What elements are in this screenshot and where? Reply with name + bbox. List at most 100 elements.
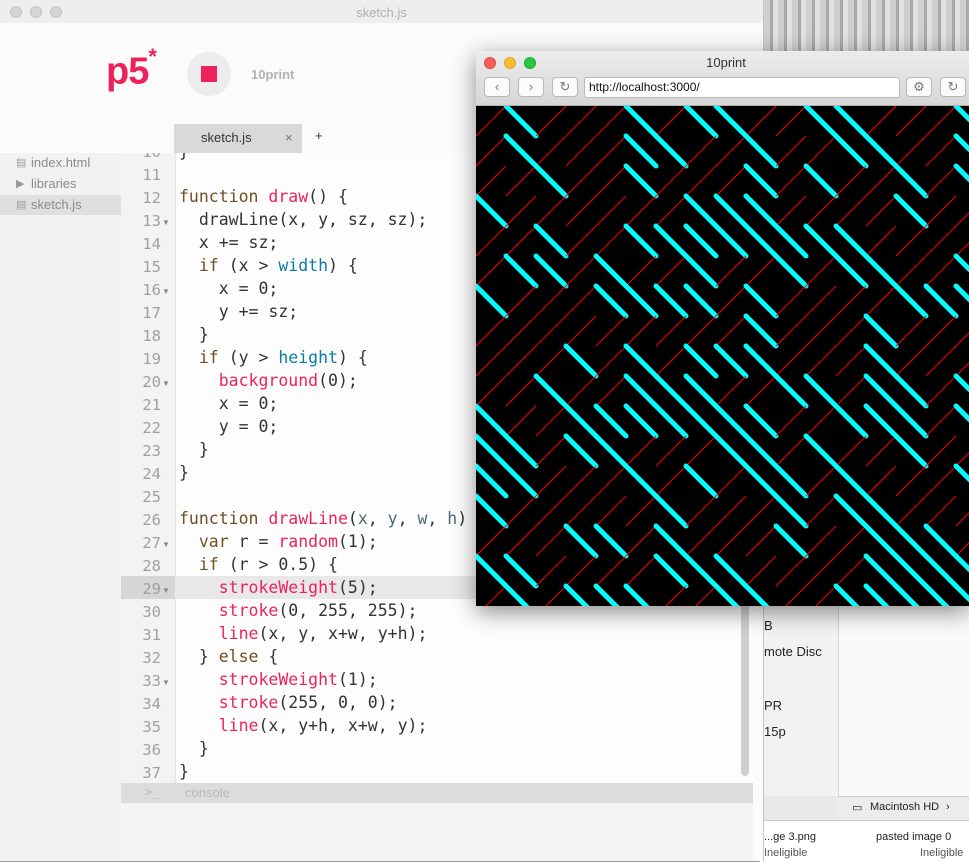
background-file-name[interactable]: pasted image 0	[876, 831, 951, 843]
path-item[interactable]: Macintosh HD	[870, 801, 939, 813]
code-param: y	[387, 509, 398, 528]
line-number: 34	[142, 695, 161, 713]
code-keyword: if	[198, 256, 219, 275]
code-line: }	[179, 153, 189, 161]
code-keyword: else	[218, 647, 259, 666]
reload-button[interactable]: ↻	[552, 77, 578, 97]
back-button[interactable]: ‹	[484, 77, 510, 97]
code-token: (x, y, x+w, y+h);	[258, 624, 428, 643]
line-number: 15	[142, 258, 161, 276]
console-label: console	[185, 785, 230, 800]
line-number: 21	[142, 396, 161, 414]
sidebar-item-label: sketch.js	[31, 197, 82, 212]
sidebar-item-label: index.html	[31, 155, 91, 170]
background-file-strip: ...ge 3.png Ineligible pasted image 0 In…	[760, 820, 969, 862]
code-token: )	[457, 509, 468, 528]
sidebar-item-index-html[interactable]: ▤ index.html	[0, 153, 121, 173]
sidebar-item-libraries[interactable]: ▶ libraries	[0, 174, 121, 194]
reload-icon: ↻	[559, 79, 571, 94]
code-line: y += sz;	[179, 302, 298, 321]
p5-logo-text: p5	[106, 50, 149, 93]
code-line: }	[179, 463, 189, 482]
tab-label: sketch.js	[201, 130, 252, 145]
code-token: r =	[228, 532, 279, 551]
line-number: 37	[142, 764, 161, 782]
settings-button[interactable]: ⚙	[906, 77, 932, 97]
code-line: }	[179, 440, 209, 459]
code-token: (x >	[228, 256, 279, 275]
line-number: 25	[142, 488, 161, 506]
code-line: line(x, y+h, x+w, y);	[179, 716, 428, 735]
tab-sketch-js[interactable]: sketch.js ×	[174, 124, 302, 153]
background-list-item[interactable]: mote Disc	[764, 644, 822, 659]
url-field[interactable]: http://localhost:3000/	[584, 77, 900, 98]
tab-close-icon[interactable]: ×	[285, 130, 293, 145]
browser-window: 10print ‹ › ↻ http://localhost:3000/ ⚙ ↻	[476, 51, 969, 606]
project-name[interactable]: 10print	[251, 67, 294, 82]
code-token: () {	[308, 187, 348, 206]
code-function: line	[218, 624, 259, 643]
line-number: 33	[142, 672, 161, 690]
code-token: ,	[367, 509, 388, 528]
code-function: draw	[268, 187, 309, 206]
code-line: y = 0;	[179, 417, 279, 436]
code-line: if (x > width) {	[179, 256, 358, 275]
background-list-item[interactable]: 15p	[764, 724, 786, 739]
code-builtin: height	[278, 348, 338, 367]
console-header[interactable]: >_ console	[121, 783, 753, 803]
code-token: drawLine(x, y, sz, sz);	[198, 210, 428, 229]
fold-arrow-icon[interactable]: ▼	[162, 379, 170, 388]
code-function: stroke	[218, 601, 279, 620]
code-line: if (r > 0.5) {	[179, 555, 338, 574]
code-line: stroke(255, 0, 0);	[179, 693, 398, 712]
code-token: y = 0;	[218, 417, 279, 436]
fold-arrow-icon[interactable]: ▼	[162, 287, 170, 296]
code-token: (0, 255, 255);	[278, 601, 418, 620]
sidebar-item-sketch-js[interactable]: ▤ sketch.js	[0, 195, 121, 215]
code-token: }	[179, 463, 189, 482]
code-token: }	[179, 153, 189, 161]
sketch-canvas[interactable]	[476, 106, 969, 606]
editor-scrollbar[interactable]	[741, 590, 749, 776]
background-file-name[interactable]: ...ge 3.png	[764, 831, 816, 843]
code-function: stroke	[218, 693, 279, 712]
browser-titlebar[interactable]: 10print ‹ › ↻ http://localhost:3000/ ⚙ ↻	[476, 51, 969, 106]
forward-button[interactable]: ›	[518, 77, 544, 97]
code-token: }	[198, 325, 209, 344]
code-line: drawLine(x, y, sz, sz);	[179, 210, 427, 229]
code-function: line	[218, 716, 259, 735]
background-list-item[interactable]: PR	[764, 698, 782, 713]
console-prompt-icon: >_	[145, 785, 160, 799]
code-token: (	[347, 509, 358, 528]
code-line: var r = random(1);	[179, 532, 378, 551]
code-token: }	[198, 440, 209, 459]
console-output[interactable]	[121, 803, 753, 861]
code-function: random	[278, 532, 338, 551]
fold-arrow-icon[interactable]: ▼	[162, 218, 170, 227]
p5-logo-asterisk: *	[148, 44, 157, 69]
code-line: }	[179, 739, 209, 758]
code-line: strokeWeight(5);	[179, 578, 378, 597]
code-keyword: function	[179, 187, 259, 206]
fold-arrow-icon[interactable]: ▼	[162, 586, 170, 595]
gear-icon: ⚙	[913, 79, 925, 94]
stop-button[interactable]	[187, 52, 231, 96]
reload-button-secondary[interactable]: ↻	[940, 77, 966, 97]
code-token: ) {	[337, 348, 368, 367]
editor-titlebar[interactable]: sketch.js	[0, 0, 763, 24]
line-number: 23	[142, 442, 161, 460]
code-line: x = 0;	[179, 394, 279, 413]
code-line: } else {	[179, 647, 279, 666]
fold-arrow-icon[interactable]: ▼	[162, 678, 170, 687]
add-tab-button[interactable]: +	[315, 128, 323, 143]
line-number: 30	[142, 603, 161, 621]
file-icon: ▤	[16, 199, 27, 211]
fold-arrow-icon[interactable]: ▼	[162, 540, 170, 549]
code-line: function drawLine(x, y, w, h)	[179, 509, 467, 528]
code-line: }	[179, 325, 209, 344]
code-keyword: if	[198, 348, 219, 367]
line-number: 10	[121, 153, 161, 161]
code-token: }	[179, 762, 189, 781]
code-token: (r > 0.5) {	[228, 555, 338, 574]
background-list-item[interactable]: B	[764, 618, 773, 633]
